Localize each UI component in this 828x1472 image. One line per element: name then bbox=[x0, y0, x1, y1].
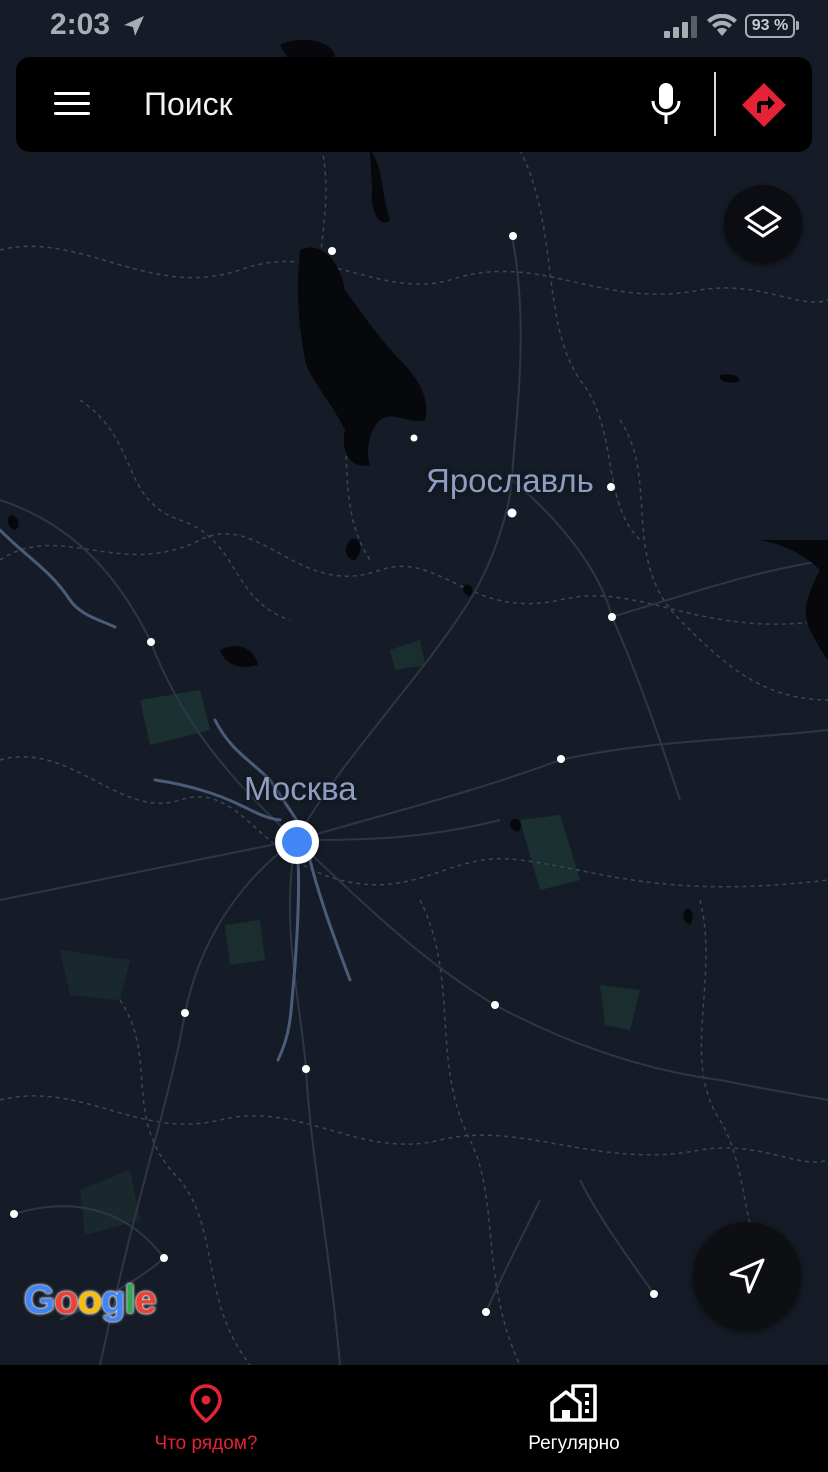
map-view[interactable]: Ярославль Москва bbox=[0, 0, 828, 1365]
google-logo-letter: G bbox=[24, 1278, 55, 1322]
microphone-icon[interactable] bbox=[646, 81, 686, 129]
tab-nearby[interactable]: Что рядом? bbox=[46, 1365, 366, 1472]
tab-regular-label: Регулярно bbox=[528, 1433, 620, 1454]
status-bar: 2:03 93 % bbox=[0, 0, 828, 54]
google-logo-letter: e bbox=[134, 1278, 157, 1322]
recenter-button[interactable] bbox=[693, 1222, 801, 1330]
map-label-moscow[interactable]: Москва bbox=[244, 770, 357, 808]
map-graphics bbox=[0, 0, 828, 1365]
maps-screen: Ярославль Москва 2:03 93 % Поиск Google … bbox=[0, 0, 828, 1472]
map-pin-icon bbox=[190, 1384, 222, 1423]
current-location-dot[interactable] bbox=[275, 820, 319, 864]
google-logo-letter: g bbox=[101, 1278, 125, 1322]
battery-indicator: 93 % bbox=[745, 14, 795, 38]
tab-regular[interactable]: Регулярно bbox=[414, 1365, 734, 1472]
google-logo-letter: o bbox=[77, 1278, 102, 1322]
search-input[interactable]: Поиск bbox=[144, 79, 614, 129]
layers-button[interactable] bbox=[724, 185, 802, 263]
search-bar: Поиск bbox=[16, 57, 812, 152]
buildings-icon bbox=[550, 1384, 597, 1422]
directions-icon[interactable] bbox=[740, 81, 788, 129]
hamburger-menu-icon[interactable] bbox=[52, 88, 92, 120]
google-logo: Google bbox=[24, 1278, 157, 1323]
bottom-navigation: Что рядом? Регулярно bbox=[0, 1365, 828, 1472]
layers-icon bbox=[744, 205, 782, 238]
tab-nearby-label: Что рядом? bbox=[154, 1433, 258, 1454]
wifi-icon bbox=[707, 14, 737, 36]
google-logo-letter: l bbox=[124, 1278, 135, 1322]
cellular-signal-icon bbox=[664, 16, 697, 38]
location-services-icon bbox=[124, 16, 144, 36]
map-label-yaroslavl[interactable]: Ярославль bbox=[426, 462, 594, 500]
status-time: 2:03 bbox=[50, 8, 111, 41]
navigation-arrow-icon bbox=[729, 1258, 765, 1294]
search-divider bbox=[714, 72, 716, 136]
battery-tip bbox=[796, 21, 799, 30]
google-logo-letter: o bbox=[54, 1278, 78, 1322]
